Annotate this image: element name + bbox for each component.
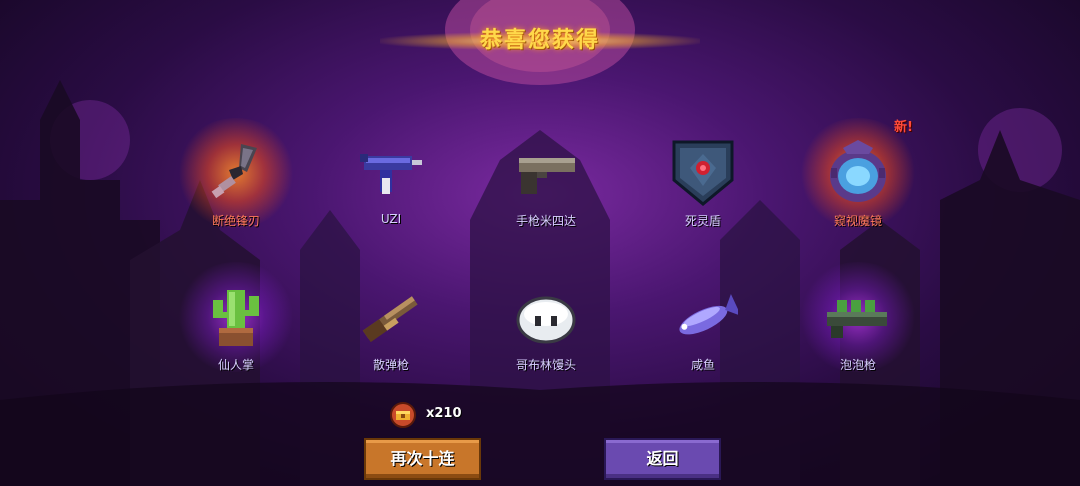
reward-item-pistol[interactable]: 手枪米四达	[476, 128, 616, 248]
cost-amount: x210	[426, 406, 462, 421]
reward-item-broken-blade[interactable]: 断绝锋刃	[166, 118, 306, 248]
item-name: 散弹枪	[372, 358, 409, 372]
new-badge: 新!	[894, 120, 913, 135]
item-name: 窥视魔镜	[833, 214, 882, 228]
reward-item-shotgun[interactable]: 散弹枪	[321, 272, 461, 392]
page-title: 恭喜您获得	[479, 28, 600, 53]
reward-item-bubble-gun[interactable]: 泡泡枪	[788, 262, 928, 392]
uzi-icon	[360, 154, 422, 194]
item-name: 哥布林馒头	[515, 358, 576, 372]
reward-item-cactus[interactable]: 仙人掌	[166, 262, 306, 392]
shotgun-icon	[362, 296, 418, 343]
shield-icon	[672, 140, 734, 206]
item-name: 咸鱼	[690, 358, 715, 372]
bubble-gun-icon	[827, 300, 887, 338]
draw-again-button[interactable]: 再次十连	[364, 438, 481, 480]
cactus-icon	[213, 290, 259, 346]
reward-item-salted-fish[interactable]: 咸鱼	[633, 272, 773, 392]
pistol-icon	[519, 158, 575, 194]
gacha-result-screen: 恭喜您获得 断绝锋刃 UZI 手枪米四达 死灵盾 新! 窥视魔镜 仙人掌 散弹枪…	[0, 0, 1080, 486]
item-name: 泡泡枪	[839, 358, 876, 372]
reward-item-magic-mirror[interactable]: 新! 窥视魔镜	[788, 118, 928, 248]
reward-item-uzi[interactable]: UZI	[321, 128, 461, 248]
salted-fish-icon	[679, 294, 738, 335]
item-name: 仙人掌	[217, 358, 254, 372]
item-name: 断绝锋刃	[211, 214, 260, 228]
reward-item-goblin-bun[interactable]: 哥布林馒头	[476, 272, 616, 392]
back-button[interactable]: 返回	[604, 438, 721, 480]
item-name: 死灵盾	[684, 214, 721, 228]
goblin-bun-icon	[516, 296, 576, 344]
treasure-chest-icon	[390, 402, 416, 428]
magic-mirror-icon	[830, 140, 886, 202]
broken-blade-icon	[211, 144, 257, 199]
reward-item-necro-shield[interactable]: 死灵盾	[633, 128, 773, 248]
item-name: UZI	[380, 212, 402, 226]
item-name: 手枪米四达	[515, 214, 576, 228]
